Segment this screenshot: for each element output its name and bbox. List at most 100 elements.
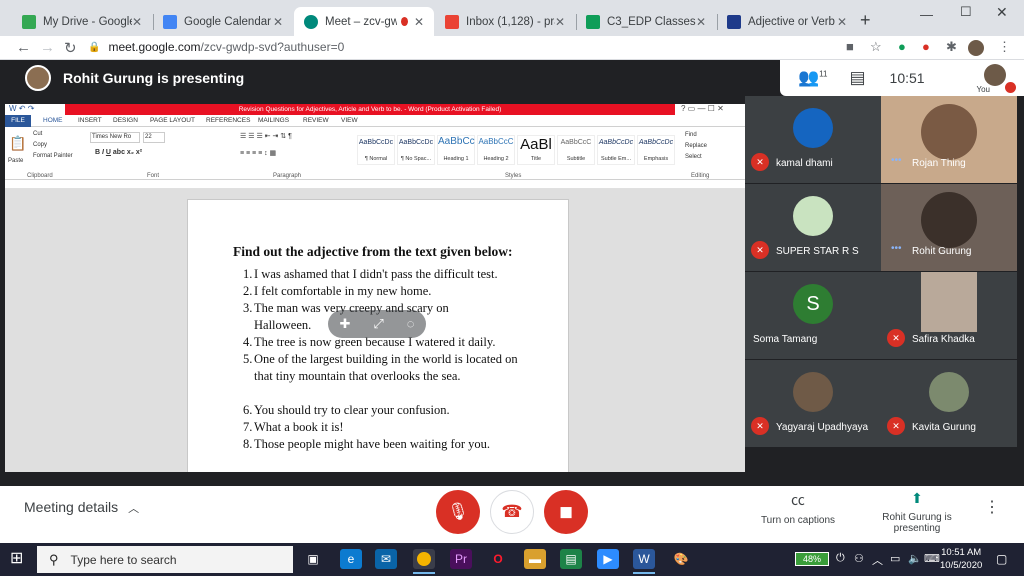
meeting-details-button[interactable]: Meeting details ︿ bbox=[24, 499, 139, 516]
windows-start-icon[interactable]: ⊞ bbox=[10, 551, 26, 567]
taskbar-search[interactable]: ⚲ Type here to search bbox=[37, 546, 293, 573]
replace-button[interactable]: Replace bbox=[685, 143, 707, 149]
close-tab-icon[interactable]: ✕ bbox=[555, 15, 565, 29]
star-icon[interactable]: ☆ bbox=[870, 39, 882, 55]
back-arrow-icon[interactable]: ← bbox=[16, 39, 31, 56]
tab-exercise[interactable]: Adjective or Verb Exercise✕ bbox=[717, 7, 857, 36]
paste-button[interactable]: Paste bbox=[8, 158, 23, 164]
tab-my-drive[interactable]: My Drive - Google Drive✕ bbox=[12, 7, 152, 36]
opera-icon[interactable]: O bbox=[487, 549, 509, 569]
browser-menu-icon[interactable]: ⋮ bbox=[998, 39, 1011, 55]
microphone-toggle-button[interactable]: 🎙 bbox=[436, 490, 480, 534]
font-size-select[interactable]: 22 bbox=[143, 132, 165, 143]
style-subtitle[interactable]: AaBbCcC Subtitle bbox=[557, 135, 595, 165]
volume-icon[interactable]: 🔈 bbox=[908, 552, 922, 565]
close-window-button[interactable]: ✕ bbox=[996, 4, 1008, 21]
network-icon[interactable]: ▭ bbox=[890, 552, 900, 565]
participant-tile[interactable]: ••• Rohit Gurung bbox=[881, 184, 1017, 271]
minimize-button[interactable]: — bbox=[920, 7, 933, 22]
style-no-spacing[interactable]: AaBbCcDc ¶ No Spac... bbox=[397, 135, 435, 165]
close-tab-icon[interactable]: ✕ bbox=[837, 15, 847, 29]
forward-arrow-icon[interactable]: → bbox=[40, 39, 55, 56]
style-heading-1[interactable]: AaBbCc Heading 1 bbox=[437, 135, 475, 165]
ime-icon[interactable]: ⌨ bbox=[924, 552, 940, 565]
format-painter-button[interactable]: Format Painter bbox=[33, 153, 73, 159]
participant-tile[interactable]: S Soma Tamang bbox=[745, 272, 881, 359]
tab-mailings[interactable]: MAILINGS bbox=[258, 117, 289, 124]
word-window-controls[interactable]: ? ▭ — ☐ ✕ bbox=[681, 104, 724, 113]
fullscreen-icon[interactable]: ⤢ bbox=[373, 316, 383, 332]
close-tab-icon[interactable]: ✕ bbox=[414, 15, 424, 29]
tab-sheets[interactable]: C3_EDP Classes Summary✕ bbox=[576, 7, 716, 36]
power-icon[interactable]: ⏻ bbox=[836, 552, 845, 565]
reload-icon[interactable]: ↻ bbox=[64, 39, 77, 57]
participant-tile[interactable]: ✕ Kavita Gurung bbox=[881, 360, 1017, 447]
participant-tile[interactable]: ✕ Safira Khadka bbox=[881, 272, 1017, 359]
list-buttons[interactable]: ☰ ☰ ☰ ⇤ ⇥ ⇅ ¶ bbox=[240, 132, 292, 140]
participant-tile[interactable]: ✕ kamal dhami bbox=[745, 96, 881, 183]
presentation-overlay-controls[interactable]: ✚ ⤢ ◌ bbox=[328, 310, 426, 338]
self-avatar[interactable] bbox=[984, 64, 1006, 86]
style-normal[interactable]: AaBbCcDc ¶ Normal bbox=[357, 135, 395, 165]
tab-home[interactable]: HOME bbox=[43, 117, 63, 124]
style-emphasis[interactable]: AaBbCcDc Emphasis bbox=[637, 135, 675, 165]
select-button[interactable]: Select bbox=[685, 154, 702, 160]
file-explorer-icon[interactable]: ▬ bbox=[524, 549, 546, 569]
captions-button[interactable]: ㏄ Turn on captions bbox=[752, 490, 844, 526]
find-button[interactable]: Find bbox=[685, 132, 697, 138]
premiere-icon[interactable]: Pr bbox=[450, 549, 472, 569]
camera-toggle-button[interactable]: ◼ bbox=[544, 490, 588, 534]
tab-meet[interactable]: Meet – zcv-gwdp-svd ✕ bbox=[294, 7, 434, 36]
grammarly-icon[interactable]: ● bbox=[898, 39, 906, 54]
participant-tile[interactable]: ••• Rojan Thing bbox=[881, 96, 1017, 183]
task-view-icon[interactable]: ▣ bbox=[302, 549, 324, 569]
tab-review[interactable]: REVIEW bbox=[303, 117, 329, 124]
copy-button[interactable]: Copy bbox=[33, 142, 47, 148]
style-subtle-emphasis[interactable]: AaBbCcDc Subtle Em... bbox=[597, 135, 635, 165]
new-tab-button[interactable]: + bbox=[860, 10, 871, 31]
extension-icon[interactable]: ● bbox=[922, 39, 930, 54]
presenting-button[interactable]: ⬆ Rohit Gurung is presenting bbox=[880, 490, 954, 534]
tray-chevron-icon[interactable]: ︿ bbox=[872, 552, 883, 568]
chrome-icon[interactable] bbox=[413, 549, 435, 574]
paste-icon[interactable]: 📋 bbox=[9, 135, 26, 152]
camera-icon[interactable]: ■ bbox=[846, 39, 854, 54]
tab-file[interactable]: FILE bbox=[5, 115, 31, 127]
notifications-icon[interactable]: ▢ bbox=[996, 552, 1007, 566]
taskbar-clock[interactable]: 10:51 AM 10/5/2020 bbox=[940, 546, 982, 572]
tab-view[interactable]: VIEW bbox=[341, 117, 358, 124]
participant-tile[interactable]: ✕ SUPER STAR R S bbox=[745, 184, 881, 271]
close-tab-icon[interactable]: ✕ bbox=[696, 15, 706, 29]
zoom-icon[interactable]: ▶ bbox=[597, 549, 619, 569]
tab-references[interactable]: REFERENCES bbox=[206, 117, 250, 124]
participant-tile[interactable]: ✕ Yagyaraj Upadhyaya bbox=[745, 360, 881, 447]
font-format-buttons[interactable]: B I U abc x₂ x² bbox=[95, 149, 142, 156]
word-icon[interactable]: W bbox=[633, 549, 655, 574]
cut-button[interactable]: Cut bbox=[33, 131, 42, 137]
battery-indicator[interactable]: 48% bbox=[795, 552, 829, 566]
style-heading-2[interactable]: AaBbCcC Heading 2 bbox=[477, 135, 515, 165]
people-icon[interactable]: 👥11 bbox=[798, 68, 827, 88]
leave-call-button[interactable]: ☎ bbox=[490, 490, 534, 534]
chat-icon[interactable]: ▤ bbox=[849, 68, 865, 88]
close-tab-icon[interactable]: ✕ bbox=[132, 15, 142, 29]
tab-gmail[interactable]: Inbox (1,128) - pramod✕ bbox=[435, 7, 575, 36]
mail-icon[interactable]: ✉ bbox=[375, 549, 397, 569]
url-field[interactable]: 🔒 meet.google.com/zcv-gwdp-svd?authuser=… bbox=[88, 37, 888, 57]
more-options-icon[interactable]: ⋮ bbox=[984, 497, 1000, 517]
style-title[interactable]: AaBl Title bbox=[517, 135, 555, 165]
paint-icon[interactable]: 🎨 bbox=[670, 549, 692, 569]
align-buttons[interactable]: ≡ ≡ ≡ ≡ ↕ ▦ bbox=[240, 149, 276, 157]
tab-insert[interactable]: INSERT bbox=[78, 117, 102, 124]
camtasia-icon[interactable]: ▤ bbox=[560, 549, 582, 569]
profile-avatar[interactable] bbox=[968, 40, 984, 56]
close-tab-icon[interactable]: ✕ bbox=[273, 15, 283, 29]
puzzle-icon[interactable]: ✱ bbox=[946, 39, 957, 55]
edge-icon[interactable]: e bbox=[340, 549, 362, 569]
tab-design[interactable]: DESIGN bbox=[113, 117, 138, 124]
mute-overlay-icon[interactable]: ◌ bbox=[407, 316, 415, 332]
font-name-select[interactable]: Times New Ro bbox=[90, 132, 140, 143]
maximize-button[interactable]: ☐ bbox=[960, 4, 972, 20]
tab-calendar[interactable]: Google Calendar - Week✕ bbox=[153, 7, 293, 36]
person-icon[interactable]: ⚇ bbox=[854, 552, 864, 565]
